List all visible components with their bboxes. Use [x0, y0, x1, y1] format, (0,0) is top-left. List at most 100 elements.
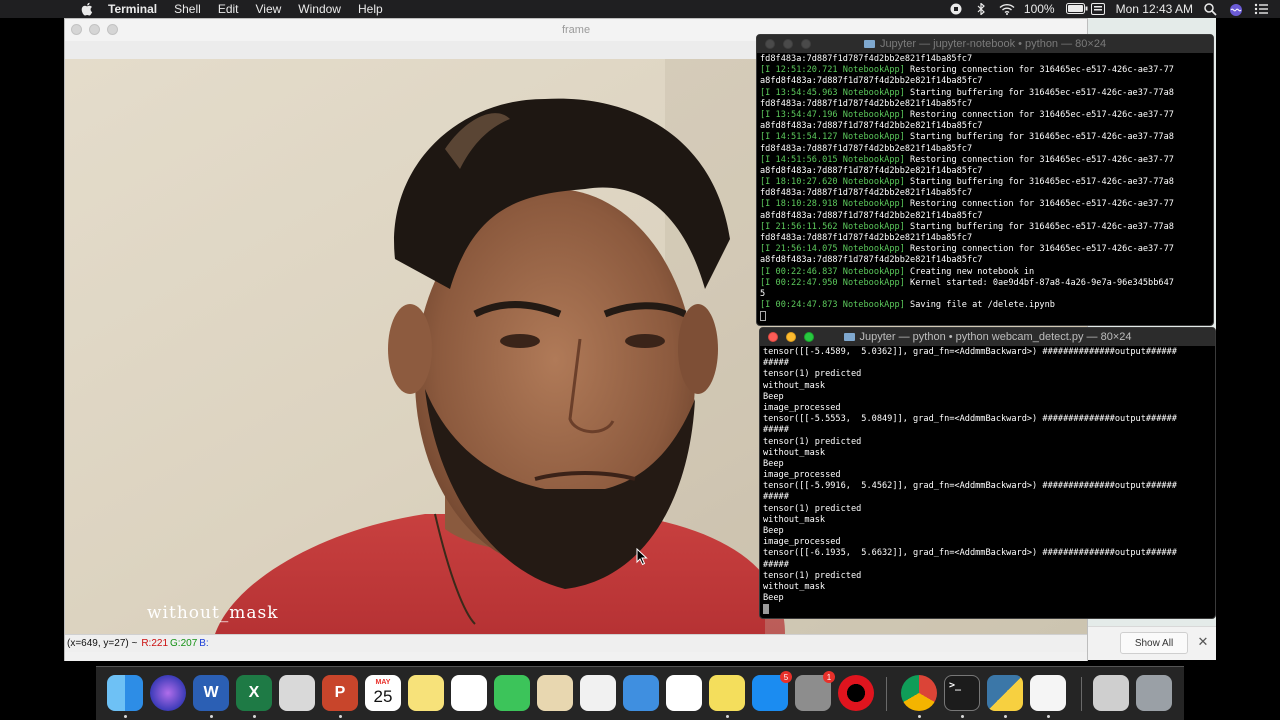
terminal-output[interactable]: fd8f483a:7d887f1d787f4d2bb2e821f14ba85fc… [760, 54, 1211, 323]
screenshot-icon[interactable] [279, 675, 315, 711]
numbers-icon[interactable] [580, 675, 616, 711]
terminal-title-bar[interactable]: Jupyter — jupyter-notebook • python — 80… [757, 35, 1213, 53]
terminal-line: fd8f483a:7d887f1d787f4d2bb2e821f14ba85fc… [760, 188, 1211, 199]
reminders-icon[interactable] [451, 675, 487, 711]
apple-icon[interactable] [80, 2, 94, 16]
terminal-line: without_mask [763, 581, 826, 592]
terminal-line: [I 14:51:56.015 NotebookApp] Restoring c… [760, 155, 1211, 166]
terminal-line: [I 00:22:46.837 NotebookApp] Creating ne… [760, 267, 1211, 278]
zoom-window-button[interactable] [804, 332, 814, 342]
terminal-line: ##### [763, 425, 789, 436]
terminal-title-bar[interactable]: Jupyter — python • python webcam_detect.… [760, 328, 1215, 346]
bluetooth-icon[interactable] [974, 2, 988, 16]
pixel-red-value: R:221 [141, 638, 169, 649]
menu-clock[interactable]: Mon 12:43 AM [1116, 2, 1193, 16]
terminal-line: [I 21:56:11.562 NotebookApp] Starting bu… [760, 222, 1211, 233]
show-all-button[interactable]: Show All [1120, 632, 1188, 654]
menu-shell[interactable]: Shell [174, 2, 201, 16]
system-preferences-icon[interactable]: 1 [795, 671, 835, 711]
calendar-month: MAY [375, 679, 391, 686]
log-text: 5 [760, 288, 766, 299]
word-icon[interactable]: W [193, 675, 229, 711]
app-store-icon[interactable]: 5 [752, 671, 792, 711]
terminal-line: image_processed [763, 402, 841, 413]
preview-icon[interactable] [537, 675, 573, 711]
terminal-line: [I 12:51:20.721 NotebookApp] Restoring c… [760, 65, 1211, 76]
log-timestamp: [I 21:56:14.075 NotebookApp] [760, 244, 905, 255]
menu-window[interactable]: Window [298, 2, 341, 16]
terminal-line: image_processed [763, 537, 841, 548]
log-timestamp: [I 18:10:28.918 NotebookApp] [760, 199, 905, 210]
pixel-blue-value: B: [199, 638, 209, 649]
minimize-window-button[interactable] [89, 24, 100, 35]
textedit-icon[interactable] [666, 675, 702, 711]
battery-icon[interactable] [1065, 3, 1088, 15]
finder-icon[interactable] [107, 675, 143, 711]
close-window-button[interactable] [768, 332, 778, 342]
music-icon[interactable] [1093, 675, 1129, 711]
minimize-window-button[interactable] [783, 39, 793, 49]
battery-percent[interactable]: 100% [1024, 2, 1055, 16]
document-icon[interactable] [1030, 675, 1066, 711]
python-icon[interactable] [987, 675, 1023, 711]
wifi-icon[interactable] [999, 3, 1015, 15]
menu-help[interactable]: Help [358, 2, 383, 16]
pixel-green-value: G:207 [170, 638, 198, 649]
chrome-icon[interactable] [901, 675, 937, 711]
calendar-icon[interactable]: MAY 25 [365, 675, 401, 711]
frame-window-title: frame [561, 24, 591, 36]
log-text: a8fd8f483a:7d887f1d787f4d2bb2e821f14ba85… [760, 165, 983, 176]
log-timestamp: [I 13:54:45.963 NotebookApp] [760, 87, 905, 98]
log-timestamp: [I 00:22:47.950 NotebookApp] [760, 277, 905, 288]
siri-icon[interactable] [150, 675, 186, 711]
terminal-line: Beep [763, 391, 784, 402]
terminal-cursor-line [763, 604, 1213, 615]
log-text: fd8f483a:7d887f1d787f4d2bb2e821f14ba85fc… [760, 188, 973, 199]
record-icon[interactable] [949, 3, 963, 15]
terminal-line: a8fd8f483a:7d887f1d787f4d2bb2e821f14ba85… [760, 211, 1211, 222]
minimize-window-button[interactable] [786, 332, 796, 342]
stickies-icon[interactable] [709, 675, 745, 711]
log-text: Restoring connection for 316465ec-e517-4… [904, 109, 1174, 120]
zoom-window-button[interactable] [107, 24, 118, 35]
spotlight-search-icon[interactable] [1204, 3, 1218, 16]
keynote-icon[interactable] [623, 675, 659, 711]
terminal-line: tensor(1) predicted [763, 503, 862, 514]
running-indicator [210, 715, 213, 718]
powerpoint-icon[interactable]: P [322, 675, 358, 711]
terminal-output[interactable]: tensor([[-5.4589, 5.0362]], grad_fn=<Add… [763, 347, 1213, 616]
facetime-icon[interactable] [494, 675, 530, 711]
terminal-line: ##### [763, 358, 789, 369]
terminal-window-webcam-detect[interactable]: Jupyter — python • python webcam_detect.… [759, 327, 1216, 619]
terminal-line: [I 00:22:47.950 NotebookApp] Kernel star… [760, 278, 1211, 289]
terminal-line: [I 13:54:47.196 NotebookApp] Restoring c… [760, 110, 1211, 121]
terminal-line: fd8f483a:7d887f1d787f4d2bb2e821f14ba85fc… [760, 99, 1211, 110]
terminal-line: tensor(1) predicted [763, 369, 862, 380]
dock-separator [886, 677, 887, 711]
text-cursor [760, 311, 766, 322]
running-indicator [1047, 715, 1050, 718]
notification-center-icon[interactable] [1254, 3, 1268, 15]
trash-icon[interactable] [1136, 675, 1172, 711]
close-window-button[interactable] [71, 24, 82, 35]
input-menu-icon[interactable] [1090, 3, 1105, 15]
menu-edit[interactable]: Edit [218, 2, 239, 16]
close-icon[interactable]: ✕ [1196, 635, 1210, 649]
notification-badge: 1 [823, 671, 835, 683]
notes-icon[interactable] [408, 675, 444, 711]
running-indicator [124, 715, 127, 718]
log-text: fd8f483a:7d887f1d787f4d2bb2e821f14ba85fc… [760, 143, 973, 154]
siri-menu-icon[interactable] [1229, 3, 1243, 16]
close-window-button[interactable] [765, 39, 775, 49]
terminal-icon[interactable]: >_ [944, 675, 980, 711]
excel-icon[interactable]: X [236, 675, 272, 711]
menu-app-name[interactable]: Terminal [108, 2, 157, 16]
terminal-line: fd8f483a:7d887f1d787f4d2bb2e821f14ba85fc… [760, 233, 1211, 244]
window-controls [765, 39, 811, 49]
excel-letter: X [248, 684, 260, 701]
zoom-window-button[interactable] [801, 39, 811, 49]
terminal-window-jupyter-notebook[interactable]: Jupyter — jupyter-notebook • python — 80… [756, 34, 1214, 326]
menu-view[interactable]: View [256, 2, 282, 16]
opera-icon[interactable] [838, 675, 874, 711]
desktop-right-strip [1216, 18, 1280, 662]
